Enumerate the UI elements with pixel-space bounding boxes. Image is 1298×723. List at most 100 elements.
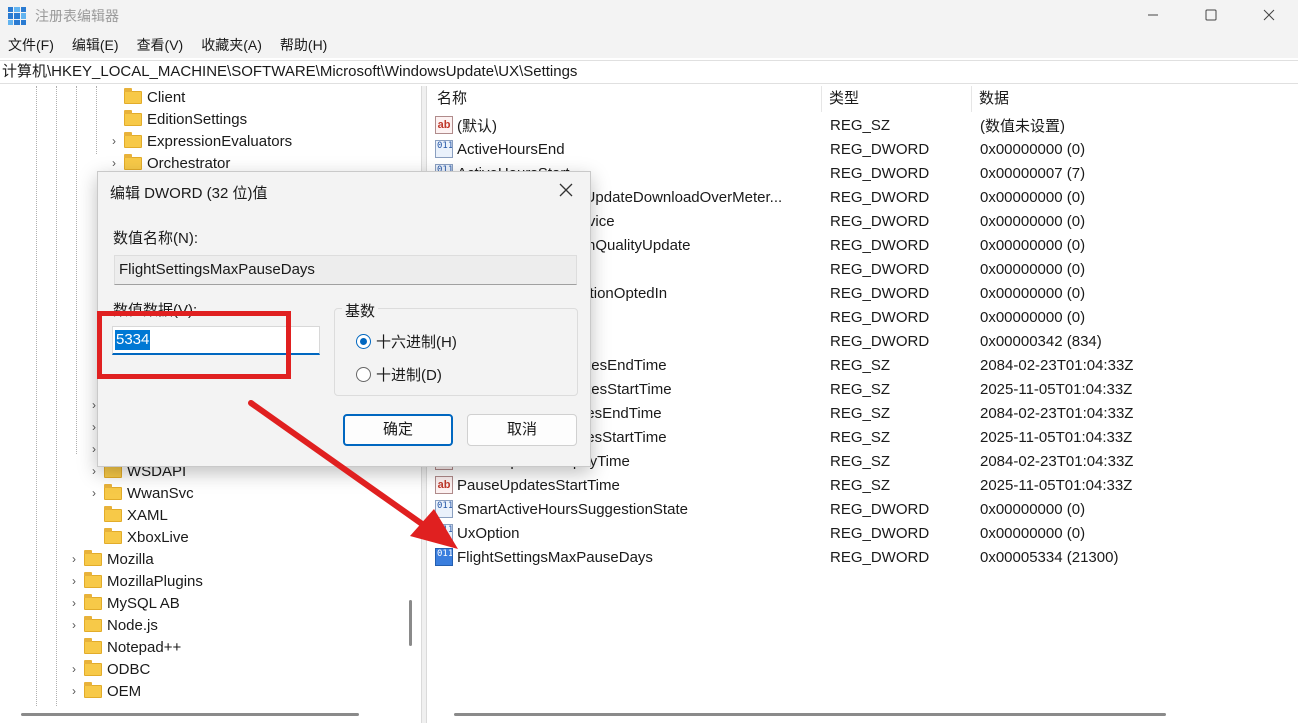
- address-bar[interactable]: 计算机\HKEY_LOCAL_MACHINE\SOFTWARE\Microsof…: [0, 60, 1298, 84]
- chevron-right-icon[interactable]: ›: [107, 156, 121, 170]
- dialog-close-button[interactable]: [554, 178, 578, 202]
- scrollbar-thumb[interactable]: [409, 600, 412, 646]
- tree-item[interactable]: › ExpressionEvaluators: [107, 130, 292, 152]
- window-controls: [1124, 0, 1298, 30]
- value-row[interactable]: ab (默认) REG_SZ (数值未设置): [430, 113, 1298, 137]
- radio-selected-icon[interactable]: [356, 334, 371, 349]
- folder-icon: [84, 659, 102, 676]
- value-data-cell: 0x00000000 (0): [980, 524, 1086, 542]
- value-data-cell: 2025-11-05T01:04:33Z: [980, 380, 1133, 398]
- tree-item-label: Orchestrator: [147, 154, 231, 172]
- folder-icon: [84, 571, 102, 588]
- tree-item[interactable]: › Mozilla: [67, 548, 154, 570]
- tree-item[interactable]: › Node.js: [67, 614, 158, 636]
- folder-icon: [124, 131, 142, 148]
- value-name-cell: 011 110SmartActiveHoursSuggestionState: [430, 500, 822, 518]
- tree-item[interactable]: › WwanSvc: [87, 482, 194, 504]
- folder-icon: [84, 615, 102, 632]
- minimize-icon: [1148, 14, 1158, 16]
- value-data-cell: 0x00000000 (0): [980, 140, 1086, 158]
- tree-item[interactable]: Client: [107, 86, 185, 108]
- value-data-cell: 2084-02-23T01:04:33Z: [980, 452, 1134, 470]
- close-button[interactable]: [1240, 0, 1298, 30]
- value-type-cell: REG_DWORD: [830, 308, 930, 326]
- column-header-name[interactable]: 名称: [430, 86, 822, 112]
- chevron-right-icon[interactable]: ›: [67, 618, 81, 632]
- value-type-cell: REG_DWORD: [830, 212, 930, 230]
- tree-item-label: OEM: [107, 682, 142, 700]
- value-type-cell: REG_DWORD: [830, 524, 930, 542]
- value-name-field: FlightSettingsMaxPauseDays: [114, 255, 577, 285]
- cancel-button[interactable]: 取消: [467, 414, 577, 446]
- radix-decimal-option[interactable]: 十进制(D): [356, 364, 442, 385]
- dialog-title: 编辑 DWORD (32 位)值: [110, 185, 268, 202]
- value-data-cell: 0x00000000 (0): [980, 260, 1086, 278]
- radix-hex-option[interactable]: 十六进制(H): [356, 331, 457, 352]
- tree-item[interactable]: XboxLive: [87, 526, 189, 548]
- value-row[interactable]: 011 110SmartActiveHoursSuggestionState RE…: [430, 497, 1298, 521]
- tree-item-label: Client: [147, 88, 186, 106]
- value-type-cell: REG_DWORD: [830, 164, 930, 182]
- tree-item-label: MozillaPlugins: [107, 572, 203, 590]
- value-type-cell: REG_DWORD: [830, 260, 930, 278]
- maximize-icon: [1205, 9, 1217, 21]
- menu-file[interactable]: 文件(F): [8, 35, 54, 55]
- radio-unselected-icon[interactable]: [356, 367, 371, 382]
- regedit-app-icon: [8, 7, 26, 25]
- tree-guide-line: [76, 86, 77, 454]
- chevron-right-icon[interactable]: ›: [67, 684, 81, 698]
- folder-icon: [104, 505, 122, 522]
- folder-icon: [124, 87, 142, 104]
- menu-favorites[interactable]: 收藏夹(A): [201, 35, 262, 55]
- tree-item[interactable]: EditionSettings: [107, 108, 247, 130]
- scrollbar-thumb[interactable]: [21, 713, 359, 716]
- column-header-type[interactable]: 类型: [822, 86, 972, 112]
- value-name-cell: 011 110UxOption: [430, 524, 822, 542]
- value-row[interactable]: ab PauseUpdatesStartTime REG_SZ 2025-11-05T…: [430, 473, 1298, 497]
- chevron-right-icon[interactable]: ›: [67, 596, 81, 610]
- tree-item[interactable]: › OEM: [67, 680, 141, 702]
- window-title: 注册表编辑器: [35, 8, 119, 24]
- chevron-right-icon[interactable]: ›: [67, 552, 81, 566]
- tree-item[interactable]: Notepad++: [67, 636, 181, 658]
- close-icon: [559, 183, 573, 197]
- value-name-cell: ab PauseUpdatesStartTime: [430, 476, 822, 494]
- chevron-right-icon[interactable]: ›: [67, 574, 81, 588]
- value-data-cell: 2084-02-23T01:04:33Z: [980, 356, 1134, 374]
- tree-item[interactable]: › MozillaPlugins: [67, 570, 203, 592]
- radix-hex-label: 十六进制(H): [376, 334, 457, 351]
- tree-item[interactable]: › ODBC: [67, 658, 150, 680]
- list-horizontal-scrollbar[interactable]: [430, 706, 1298, 723]
- dword-value-icon: 011 110: [435, 140, 453, 158]
- tree-guide-line: [36, 86, 37, 706]
- tree-horizontal-scrollbar[interactable]: [0, 706, 421, 723]
- ok-button[interactable]: 确定: [343, 414, 453, 446]
- chevron-right-icon[interactable]: ›: [107, 134, 121, 148]
- value-type-cell: REG_SZ: [830, 380, 891, 398]
- value-row[interactable]: 011 110FlightSettingsMaxPauseDays REG_DWO…: [430, 545, 1298, 569]
- value-type-cell: REG_SZ: [830, 428, 891, 446]
- tree-item[interactable]: XAML: [87, 504, 168, 526]
- folder-icon: [124, 153, 142, 170]
- menu-edit[interactable]: 编辑(E): [72, 35, 119, 55]
- column-header-data[interactable]: 数据: [972, 86, 1272, 112]
- value-data-cell: 0x00000342 (834): [980, 332, 1102, 350]
- menu-view[interactable]: 查看(V): [137, 35, 184, 55]
- minimize-button[interactable]: [1124, 0, 1182, 30]
- tree-item-label: XboxLive: [127, 528, 189, 546]
- value-name-text: FlightSettingsMaxPauseDays: [457, 548, 653, 566]
- value-name-text: ActiveHoursEnd: [457, 140, 565, 158]
- value-type-cell: REG_DWORD: [830, 332, 930, 350]
- value-name-text: UxOption: [457, 524, 520, 542]
- chevron-right-icon[interactable]: ›: [87, 486, 101, 500]
- maximize-button[interactable]: [1182, 0, 1240, 30]
- scrollbar-thumb[interactable]: [454, 713, 1166, 716]
- value-row[interactable]: 011 110UxOption REG_DWORD 0x00000000 (0): [430, 521, 1298, 545]
- value-row[interactable]: 011 110ActiveHoursEnd REG_DWORD 0x00000000…: [430, 137, 1298, 161]
- value-type-cell: REG_SZ: [830, 476, 891, 494]
- list-header: 名称 类型 数据: [430, 86, 1298, 112]
- value-data-cell: 0x00000007 (7): [980, 164, 1086, 182]
- chevron-right-icon[interactable]: ›: [67, 662, 81, 676]
- tree-item[interactable]: › MySQL AB: [67, 592, 180, 614]
- menu-help[interactable]: 帮助(H): [280, 35, 327, 55]
